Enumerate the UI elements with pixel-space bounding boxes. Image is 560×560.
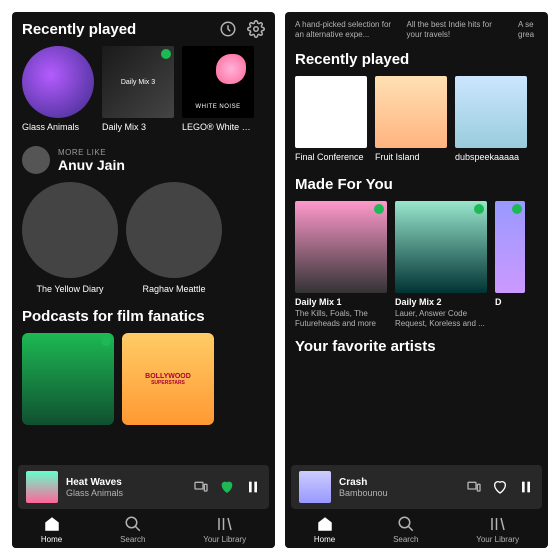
blurb: A hand-picked selection for an alternati…: [295, 20, 395, 39]
artist-artwork: [22, 182, 118, 278]
playlist-artwork: Daily Mix 3: [102, 46, 174, 118]
tab-home[interactable]: Home: [314, 515, 335, 544]
history-icon[interactable]: [219, 20, 237, 38]
album-artwork: [375, 76, 447, 148]
podcasts-title: Podcasts for film fanatics: [22, 308, 265, 325]
podcast-tile[interactable]: [22, 333, 114, 425]
tile-dubspeek[interactable]: dubspeekaaaaa: [455, 76, 527, 162]
podcast-tile[interactable]: BOLLYWOOD SUPERSTARS: [122, 333, 214, 425]
tab-bar: Home Search Your Library: [12, 509, 275, 548]
right-phone: A hand-picked selection for an alternati…: [285, 12, 548, 548]
tile-final-conference[interactable]: Final Conference: [295, 76, 367, 162]
mix-label: D: [495, 297, 525, 307]
podcasts-row: BOLLYWOOD SUPERSTARS: [22, 333, 265, 425]
tile-daily-mix-2[interactable]: Daily Mix 2 Lauer, Answer Code Request, …: [395, 201, 487, 328]
artist-raghav-meattle[interactable]: Raghav Meattle: [126, 182, 222, 294]
left-phone: Recently played Glass Animals Daily Mix: [12, 12, 275, 548]
tile-label: dubspeekaaaaa: [455, 152, 527, 162]
now-playing-title: Crash: [339, 477, 458, 488]
playlist-artwork: [495, 201, 525, 293]
devices-icon[interactable]: [193, 479, 209, 495]
more-like-label: MORE LIKE: [58, 148, 125, 157]
tile-glass-animals[interactable]: Glass Animals: [22, 46, 94, 132]
mix-subtitle: Lauer, Answer Code Request, Koreless and…: [395, 309, 487, 328]
settings-gear-icon[interactable]: [247, 20, 265, 38]
now-playing-artwork: [299, 471, 331, 503]
now-playing-artwork: [26, 471, 58, 503]
left-scroll: Recently played Glass Animals Daily Mix: [12, 12, 275, 465]
avatar: [22, 146, 50, 174]
home-icon: [316, 515, 334, 533]
tab-library[interactable]: Your Library: [203, 515, 246, 544]
now-playing-text: Crash Bambounou: [339, 477, 458, 498]
tile-label: Glass Animals: [22, 122, 94, 132]
tile-fruit-island[interactable]: Fruit Island: [375, 76, 447, 162]
tab-search[interactable]: Search: [393, 515, 418, 544]
header-icons: [219, 20, 265, 38]
home-icon: [43, 515, 61, 533]
tab-home[interactable]: Home: [41, 515, 62, 544]
playlist-artwork: [395, 201, 487, 293]
recently-played-row: Final Conference Fruit Island dubspeekaa…: [295, 76, 538, 162]
tile-daily-mix-partial[interactable]: D: [495, 201, 525, 328]
tile-label: Daily Mix 3: [102, 122, 174, 132]
tile-daily-mix-1[interactable]: Daily Mix 1 The Kills, Foals, The Future…: [295, 201, 387, 328]
artist-yellow-diary[interactable]: The Yellow Diary: [22, 182, 118, 294]
tile-label: Fruit Island: [375, 152, 447, 162]
recently-played-title: Recently played: [22, 21, 136, 38]
playlist-artwork: [295, 201, 387, 293]
library-icon: [216, 515, 234, 533]
artist-label: The Yellow Diary: [22, 284, 118, 294]
blurb: A se grea: [518, 20, 538, 39]
prev-section-subtitles: A hand-picked selection for an alternati…: [295, 20, 538, 39]
pause-icon[interactable]: [245, 479, 261, 495]
favorite-artists-title: Your favorite artists: [295, 338, 538, 355]
tile-white-noise[interactable]: WHITE NOISE LEGO® White Noise: [182, 46, 254, 132]
like-heart-icon[interactable]: [492, 479, 508, 495]
mix-label: Daily Mix 2: [395, 297, 487, 307]
tile-label: Final Conference: [295, 152, 367, 162]
recently-played-row: Glass Animals Daily Mix 3 Daily Mix 3 WH…: [22, 46, 265, 132]
now-playing-text: Heat Waves Glass Animals: [66, 477, 185, 498]
now-playing-artist: Bambounou: [339, 488, 458, 498]
more-like-artist: Anuv Jain: [58, 157, 125, 173]
album-artwork: WHITE NOISE: [182, 46, 254, 118]
like-heart-icon[interactable]: [219, 479, 235, 495]
tile-label: LEGO® White Noise: [182, 122, 254, 132]
pause-icon[interactable]: [518, 479, 534, 495]
header-row: Recently played: [22, 20, 265, 38]
mix-subtitle: The Kills, Foals, The Futureheads and mo…: [295, 309, 387, 328]
now-playing-bar[interactable]: Heat Waves Glass Animals: [18, 465, 269, 509]
made-for-you-row: Daily Mix 1 The Kills, Foals, The Future…: [295, 201, 538, 328]
tab-search[interactable]: Search: [120, 515, 145, 544]
right-scroll: A hand-picked selection for an alternati…: [285, 12, 548, 465]
devices-icon[interactable]: [466, 479, 482, 495]
now-playing-title: Heat Waves: [66, 477, 185, 488]
more-like-header[interactable]: MORE LIKE Anuv Jain: [22, 146, 265, 174]
artist-label: Raghav Meattle: [126, 284, 222, 294]
search-icon: [397, 515, 415, 533]
tab-bar: Home Search Your Library: [285, 509, 548, 548]
library-icon: [489, 515, 507, 533]
mix-label: Daily Mix 1: [295, 297, 387, 307]
now-playing-artist: Glass Animals: [66, 488, 185, 498]
made-for-you-title: Made For You: [295, 176, 538, 193]
album-artwork: [455, 76, 527, 148]
tab-library[interactable]: Your Library: [476, 515, 519, 544]
recently-played-title: Recently played: [295, 51, 538, 68]
album-artwork: [295, 76, 367, 148]
tile-daily-mix-3[interactable]: Daily Mix 3 Daily Mix 3: [102, 46, 174, 132]
artist-artwork: [22, 46, 94, 118]
now-playing-bar[interactable]: Crash Bambounou: [291, 465, 542, 509]
blurb: All the best Indie hits for your travels…: [407, 20, 507, 39]
more-like-row: The Yellow Diary Raghav Meattle: [22, 182, 265, 294]
search-icon: [124, 515, 142, 533]
artist-artwork: [126, 182, 222, 278]
